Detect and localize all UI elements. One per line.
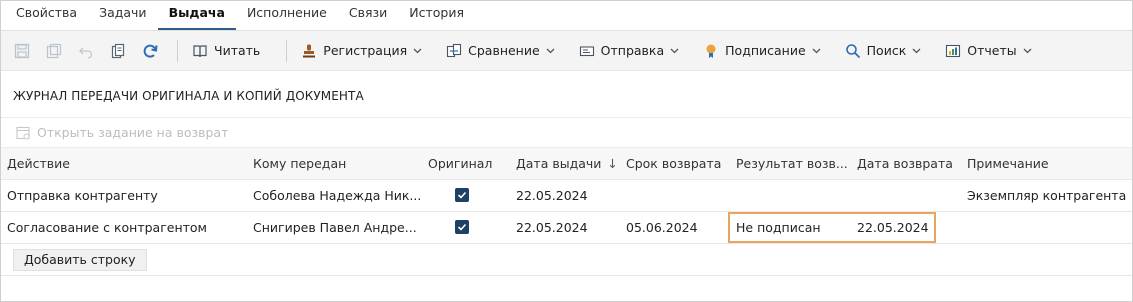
signing-label: Подписание [725,43,806,58]
reports-label: Отчеты [967,43,1017,58]
cell-return-result: Не подписан [736,220,821,235]
column-header-issue-date[interactable]: Дата выдачи ↓ [510,156,620,171]
cell-action: Согласование с контрагентом [7,220,207,235]
table-row[interactable]: Отправка контрагенту Соболева Надежда Ни… [1,180,1132,212]
column-header-recipient[interactable]: Кому передан [247,156,422,171]
cell-original [422,220,510,235]
issue-date-header-label: Дата выдачи [516,156,602,171]
send-label: Отправка [600,43,665,58]
toolbar: Читать Регистрация Сравнение Отправка По… [1,31,1132,71]
book-icon [193,44,207,57]
table-header: Действие Кому передан Оригинал Дата выда… [1,148,1132,180]
compare-label: Сравнение [468,43,540,58]
column-header-original[interactable]: Оригинал [422,156,510,171]
column-header-return-date[interactable]: Дата возврата [851,156,961,171]
registration-button[interactable]: Регистрация [295,37,428,65]
send-button[interactable]: Отправка [573,37,685,65]
stamp-icon [303,44,316,57]
original-checkbox[interactable] [455,220,469,234]
tab-issue[interactable]: Выдача [157,1,236,30]
registration-label: Регистрация [323,43,408,58]
add-row-container: Добавить строку [1,244,1132,276]
document-card: Свойства Задачи Выдача Исполнение Связи … [0,0,1133,302]
read-button[interactable]: Читать [186,37,266,65]
cell-recipient: Снигирев Павел Андре... [253,220,417,235]
toolbar-divider [286,39,288,62]
cell-action: Отправка контрагенту [7,188,158,203]
original-checkbox[interactable] [455,188,469,202]
compare-button[interactable]: Сравнение [440,37,561,65]
chevron-down-icon [546,48,555,53]
cell-issue-date: 22.05.2024 [516,220,588,235]
seal-icon [706,44,716,58]
undo-icon[interactable] [73,38,99,64]
tab-links[interactable]: Связи [338,1,398,30]
cell-recipient: Соболева Надежда Ник... [253,188,422,203]
cell-due-date: 05.06.2024 [626,220,698,235]
column-header-note[interactable]: Примечание [961,156,1131,171]
tab-tasks[interactable]: Задачи [88,1,158,30]
open-return-task-button[interactable]: Открыть задание на возврат [1,118,1132,148]
envelope-icon [579,45,594,56]
chart-report-icon [946,44,961,57]
cell-issue-date: 22.05.2024 [516,188,588,203]
chevron-down-icon [413,48,422,53]
chevron-down-icon [1023,48,1032,53]
save-copy-icon[interactable] [41,38,67,64]
checkmark-icon [457,191,467,199]
tab-bar: Свойства Задачи Выдача Исполнение Связи … [1,1,1132,31]
task-icon [16,126,30,139]
column-header-due-date[interactable]: Срок возврата [620,156,730,171]
search-label: Поиск [866,43,907,58]
journal-title: ЖУРНАЛ ПЕРЕДАЧИ ОРИГИНАЛА И КОПИЙ ДОКУМЕ… [1,71,1132,118]
cell-return-date: 22.05.2024 [857,220,929,235]
chevron-down-icon [670,48,679,53]
column-header-action[interactable]: Действие [1,156,247,171]
tab-properties[interactable]: Свойства [5,1,88,30]
search-button[interactable]: Поиск [839,37,928,65]
toolbar-divider [177,39,178,62]
chevron-down-icon [812,48,821,53]
save-icon[interactable] [9,38,35,64]
tab-execution[interactable]: Исполнение [236,1,338,30]
journal-table: Действие Кому передан Оригинал Дата выда… [1,148,1132,276]
tab-history[interactable]: История [398,1,475,30]
open-return-task-label: Открыть задание на возврат [37,125,229,140]
cell-original [422,188,510,203]
add-row-button[interactable]: Добавить строку [13,248,147,271]
checkmark-icon [457,223,467,231]
copy-icon[interactable] [105,38,131,64]
reports-button[interactable]: Отчеты [939,37,1037,65]
search-icon [845,43,860,58]
chevron-down-icon [912,48,921,53]
table-row[interactable]: Согласование с контрагентом Снигирев Пав… [1,212,1132,244]
refresh-icon[interactable] [137,38,163,64]
sort-descending-icon: ↓ [607,156,618,171]
compare-icon [447,43,462,57]
column-header-return-result[interactable]: Результат возв... [730,156,851,171]
read-label: Читать [214,43,261,58]
cell-note: Экземпляр контрагента [967,188,1127,203]
signing-button[interactable]: Подписание [697,37,827,65]
